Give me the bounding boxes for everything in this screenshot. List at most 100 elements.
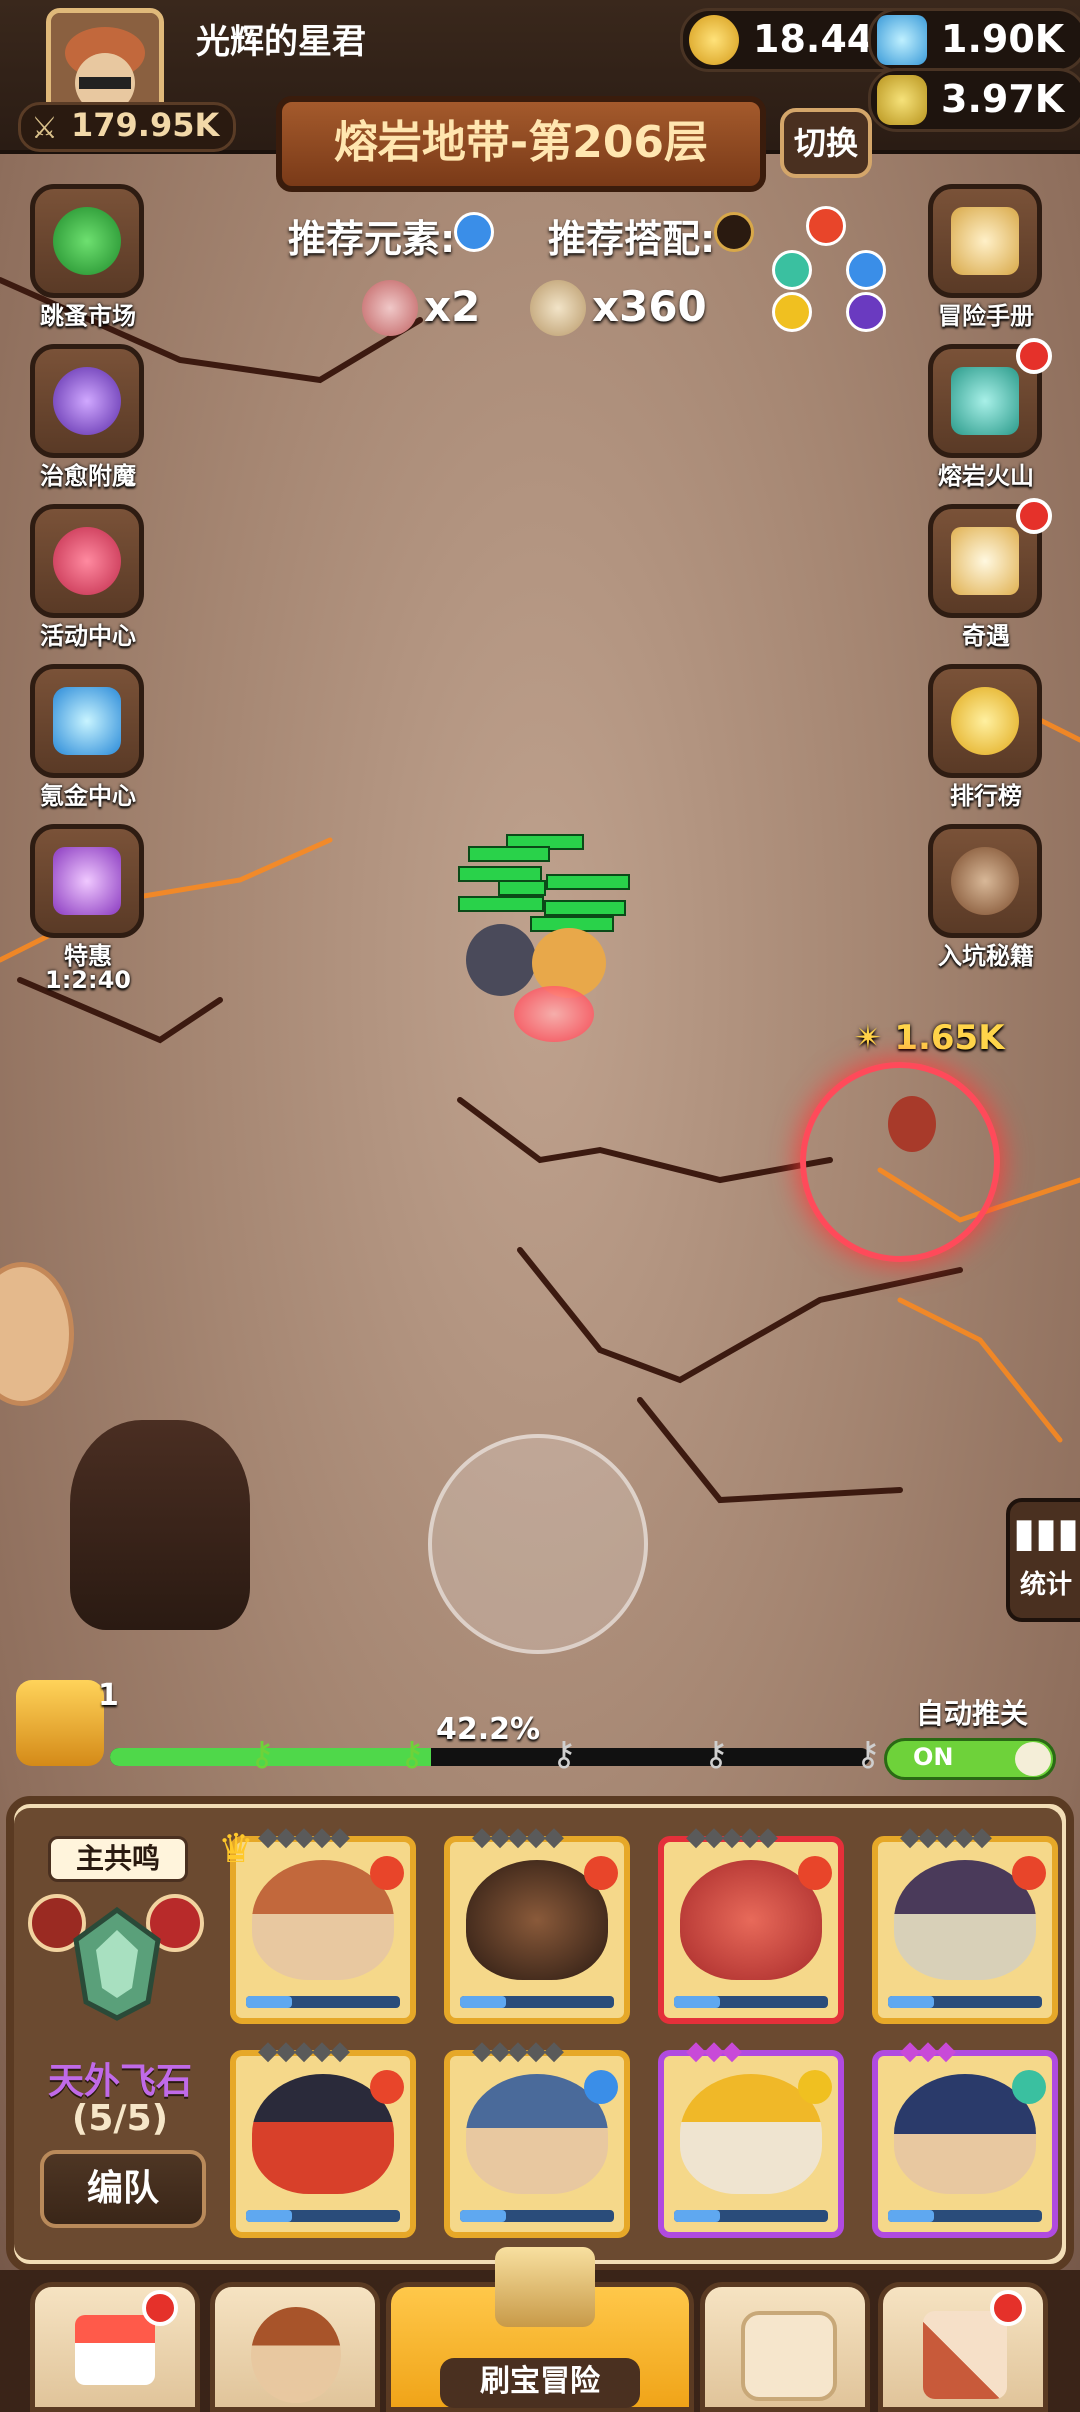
potion-bottle-icon xyxy=(877,75,927,125)
beginner-guide-button[interactable] xyxy=(928,824,1042,938)
map-icon xyxy=(495,2247,595,2327)
diamond-counter[interactable]: 1.90K xyxy=(868,8,1080,72)
bar-chart-icon: ▮▮▮ xyxy=(1012,1510,1080,1556)
crossed-swords-icon: ⚔ xyxy=(31,111,58,146)
recommend-combo-label: 推荐搭配: xyxy=(548,217,716,261)
encounter-label: 奇遇 xyxy=(962,622,1010,650)
enemy-skull-icon xyxy=(530,280,586,336)
hero-card-imp[interactable]: ◆◆◆◆◆ xyxy=(230,2036,416,2238)
lava-volcano-label: 熔岩火山 xyxy=(938,462,1034,490)
diamond-value: 1.90K xyxy=(941,17,1065,61)
hp-bar xyxy=(498,880,546,896)
special-offer-button[interactable] xyxy=(30,824,144,938)
heal-enchant-button[interactable] xyxy=(30,344,144,458)
checklist-icon xyxy=(951,527,1019,595)
star-rating: ◆◆◆◆◆ xyxy=(258,2036,350,2066)
party-hero-sprite xyxy=(466,924,536,996)
dark-element-icon xyxy=(846,292,886,332)
leaderboard-button[interactable] xyxy=(928,664,1042,778)
star-rating: ◆◆◆◆◆ xyxy=(686,1822,778,1852)
formation-button[interactable]: 编队 xyxy=(40,2150,206,2228)
hero-card-demon[interactable]: ◆◆◆◆◆ xyxy=(658,1822,844,2024)
notification-badge xyxy=(1016,498,1052,534)
fire-element-icon xyxy=(806,206,846,246)
player-name: 光辉的星君 xyxy=(196,22,366,62)
stats-button[interactable]: ▮▮▮ 统计 xyxy=(1006,1498,1080,1622)
diamond-icon xyxy=(53,687,121,755)
combat-power-value: 179.95K xyxy=(71,106,220,144)
potion-counter[interactable]: 3.97K xyxy=(868,68,1080,132)
crown-icon: ♛ xyxy=(218,1826,254,1872)
reward-chest-count: 1 xyxy=(98,1678,119,1713)
hero-level-bar xyxy=(888,1996,1042,2008)
hero-card-witch[interactable]: ◆◆◆◆◆ xyxy=(872,1822,1058,2024)
fire-element-icon xyxy=(798,1856,832,1890)
water-element-icon xyxy=(584,2070,618,2104)
chest-icon xyxy=(53,847,121,915)
purchase-center-button[interactable] xyxy=(30,664,144,778)
toggle-knob xyxy=(1015,1742,1051,1776)
water-element-icon xyxy=(454,212,494,252)
backpack-tab[interactable] xyxy=(700,2282,870,2412)
toggle-state: ON xyxy=(913,1743,954,1771)
fire-element-icon xyxy=(370,1856,404,1890)
hero-tab[interactable] xyxy=(210,2282,380,2412)
elite-enemy-count: x2 xyxy=(424,282,481,331)
damage-value: 1.65K xyxy=(894,1018,1005,1058)
switch-stage-button[interactable]: 切换 xyxy=(780,108,872,178)
hero-level-bar xyxy=(674,1996,828,2008)
star-rating: ◆◆◆◆◆ xyxy=(472,2036,564,2066)
hero-card-burnt[interactable]: ◆◆◆◆◆ xyxy=(444,1822,630,2024)
star-rating: ◆◆◆◆◆ xyxy=(472,1822,564,1852)
shop-icon xyxy=(75,2315,155,2385)
team-name: 天外飞石 xyxy=(47,2061,192,2102)
adventure-manual-button[interactable] xyxy=(928,184,1042,298)
hero-level-bar xyxy=(460,2210,614,2222)
fire-attack-effect xyxy=(514,986,594,1042)
hero-card-king[interactable]: ◆◆◆ xyxy=(658,2036,844,2238)
elite-skull-icon xyxy=(362,280,418,336)
fire-element-icon xyxy=(1012,1856,1046,1890)
key-icon: ⚷ xyxy=(399,1734,425,1774)
wind-element-icon xyxy=(772,250,812,290)
enemy-sprite[interactable] xyxy=(888,1096,936,1152)
auto-push-toggle[interactable]: ON xyxy=(884,1738,1056,1780)
stats-label: 统计 xyxy=(1019,1570,1072,1600)
notification-badge xyxy=(990,2290,1026,2326)
potion-value: 3.97K xyxy=(941,77,1065,121)
heal-enchant-label: 治愈附魔 xyxy=(40,462,136,490)
treasure-adventure-label: 刷宝冒险 xyxy=(440,2358,640,2408)
lava-rock-obstacle xyxy=(70,1420,250,1630)
hero-level-bar xyxy=(460,1996,614,2008)
event-center-button[interactable] xyxy=(30,504,144,618)
scroll-icon xyxy=(951,207,1019,275)
normal-enemy-count: x360 xyxy=(592,282,707,331)
key-icon: ⚷ xyxy=(703,1734,729,1774)
recommend-element-label: 推荐元素: xyxy=(288,217,456,261)
vortex-icon xyxy=(53,367,121,435)
summoning-circle xyxy=(800,1062,1000,1262)
stage-title: 熔岩地带-第206层 xyxy=(276,96,766,192)
key-icon: ⚷ xyxy=(249,1734,275,1774)
hero-level-bar xyxy=(888,2210,1042,2222)
hero-card-pirate[interactable]: ◆◆◆ xyxy=(872,2036,1058,2238)
star-rating: ◆◆◆◆◆ xyxy=(258,1822,350,1852)
adventure-manual-label: 冒险手册 xyxy=(938,302,1034,330)
hp-bar xyxy=(546,874,630,890)
fire-element-icon xyxy=(370,2070,404,2104)
stage-progress-percent: 42.2% xyxy=(436,1712,541,1747)
star-rating: ◆◆◆ xyxy=(900,2036,956,2066)
light-element-icon xyxy=(798,2070,832,2104)
reward-chest-icon[interactable] xyxy=(16,1680,104,1766)
key-icon: ⚷ xyxy=(855,1734,881,1774)
hero-level-bar xyxy=(246,2210,400,2222)
hero-card-turban[interactable]: ◆◆◆◆◆ xyxy=(230,1822,416,2024)
warning-icon[interactable] xyxy=(714,212,754,252)
light-element-icon xyxy=(772,292,812,332)
wind-element-icon xyxy=(1012,2070,1046,2104)
hero-card-diver[interactable]: ◆◆◆◆◆ xyxy=(444,2036,630,2238)
bouquet-icon xyxy=(53,527,121,595)
hp-bar xyxy=(544,900,626,916)
virtual-joystick[interactable] xyxy=(428,1434,648,1654)
flea-market-button[interactable] xyxy=(30,184,144,298)
